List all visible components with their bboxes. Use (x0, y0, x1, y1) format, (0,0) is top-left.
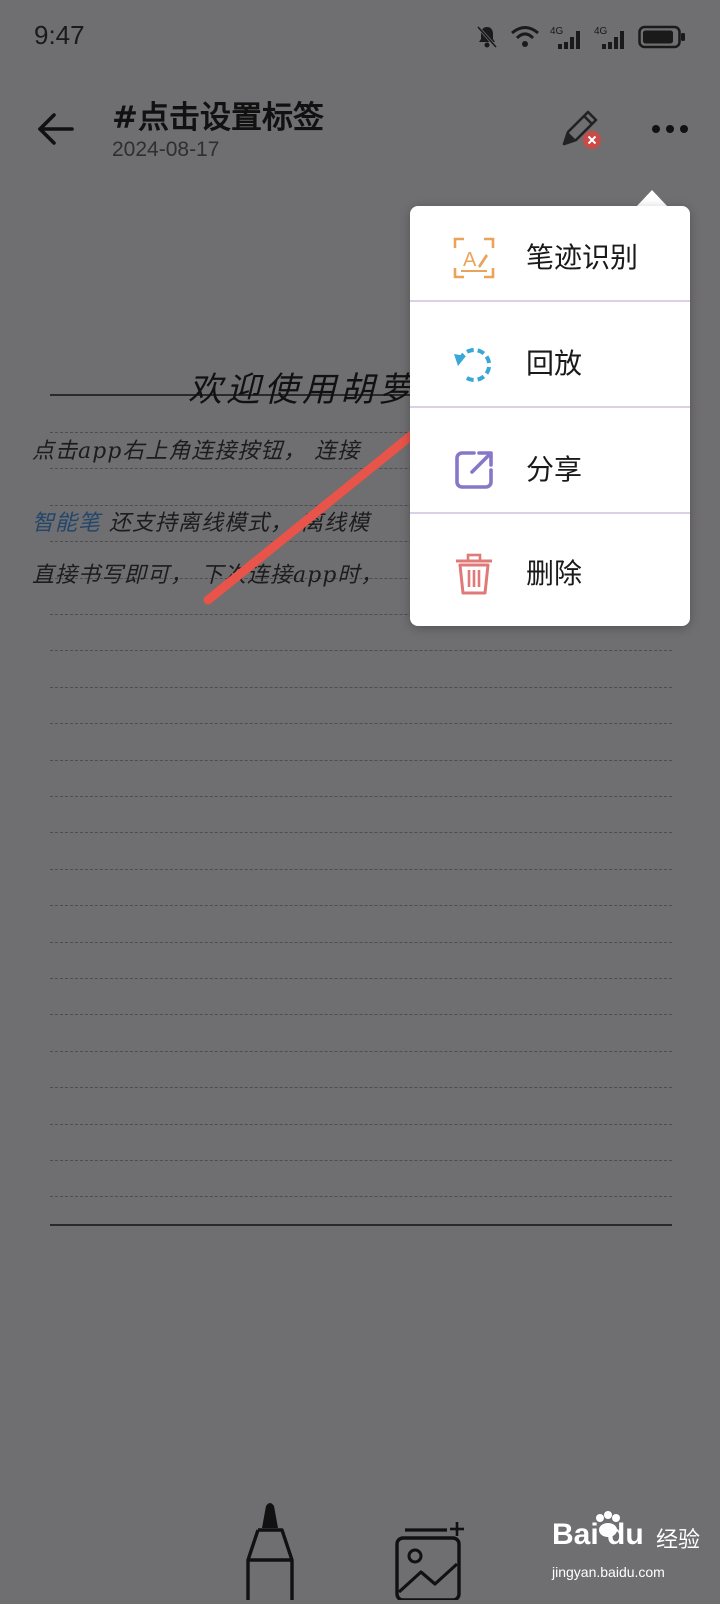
note-tag-title[interactable]: #点击设置标签 (112, 92, 324, 137)
menu-item-delete[interactable]: 删除 (410, 522, 690, 626)
notebook-rule (50, 978, 672, 979)
pen-tip-icon (246, 1503, 294, 1600)
back-arrow-icon (38, 113, 74, 145)
add-image-icon (395, 1522, 464, 1602)
popup-caret (636, 190, 668, 207)
handwriting-recognition-icon: A (453, 237, 495, 279)
more-dots-icon (652, 125, 688, 133)
menu-label-delete: 删除 (526, 557, 583, 590)
note-handwritten-title: 欢迎使用胡萝 (188, 370, 416, 410)
menu-label-handwriting-recognition: 笔迹识别 (526, 241, 639, 274)
notebook-rule (50, 1160, 672, 1161)
pen-disconnected-icon (562, 110, 601, 149)
network-label-1: 4G (550, 26, 564, 37)
status-bar: 9:47 4G 4G (0, 0, 720, 78)
menu-item-replay[interactable]: 回放 (410, 312, 690, 416)
menu-label-share: 分享 (526, 453, 583, 486)
notebook-rule (50, 796, 672, 797)
status-time: 9:47 (34, 20, 85, 50)
menu-item-share[interactable]: 分享 (410, 418, 690, 522)
note-line-2: 智能笔 还支持离线模式， 离线模 (32, 505, 370, 537)
notebook-rule-solid (50, 1224, 672, 1226)
wifi-icon (511, 26, 539, 47)
baidu-jingyan-watermark: Bai du 经验 jingyan.baidu.com (552, 1511, 702, 1594)
menu-divider (410, 300, 690, 302)
network-label-2: 4G (594, 26, 608, 37)
options-popup-menu: A 笔迹识别 回放 分享 删除 (410, 206, 690, 626)
notebook-rule (50, 942, 672, 943)
paw-logo-icon (596, 1511, 620, 1537)
note-line-2-accent: 智能笔 (32, 511, 102, 536)
mute-bell-icon (476, 25, 498, 49)
back-button[interactable] (34, 106, 80, 152)
share-icon (455, 451, 493, 489)
note-line-1: 点击app右上角连接按钮， 连接 (32, 439, 361, 464)
status-icons: 4G 4G (474, 22, 686, 52)
pen-status-button[interactable] (556, 104, 606, 154)
menu-divider (410, 512, 690, 514)
notebook-rule (50, 1014, 672, 1015)
notebook-rule (50, 832, 672, 833)
more-options-button[interactable] (650, 114, 690, 144)
delete-icon (456, 553, 492, 595)
notebook-rule (50, 650, 672, 651)
replay-icon (454, 347, 492, 382)
notebook-rule (50, 1124, 672, 1125)
notebook-rule (50, 760, 672, 761)
signal-4g-icon-1: 4G (550, 26, 580, 49)
note-line-3: 直接书写即可， 下次连接app时， (32, 563, 384, 588)
note-date: 2024-08-17 (112, 138, 220, 161)
notebook-rule (50, 687, 672, 688)
notebook-rule (50, 1087, 672, 1088)
notebook-rule (50, 905, 672, 906)
notebook-rule (50, 1051, 672, 1052)
svg-text:A: A (463, 249, 477, 271)
notebook-rule (50, 723, 672, 724)
notebook-rule (50, 1196, 672, 1197)
menu-label-replay: 回放 (526, 347, 583, 380)
watermark-url: jingyan.baidu.com (552, 1564, 665, 1580)
battery-icon (638, 25, 685, 49)
menu-divider (410, 406, 690, 408)
watermark-text: 经验 (656, 1528, 701, 1553)
insert-image-button[interactable] (395, 1520, 471, 1602)
notebook-rule (50, 869, 672, 870)
top-bar: #点击设置标签 2024-08-17 (0, 80, 720, 180)
note-line-2-text: 还支持离线模式， 离线模 (101, 511, 371, 536)
pen-tool-button[interactable] (240, 1500, 300, 1600)
menu-item-handwriting-recognition[interactable]: A 笔迹识别 (410, 206, 690, 310)
signal-4g-icon-2: 4G (594, 26, 624, 49)
